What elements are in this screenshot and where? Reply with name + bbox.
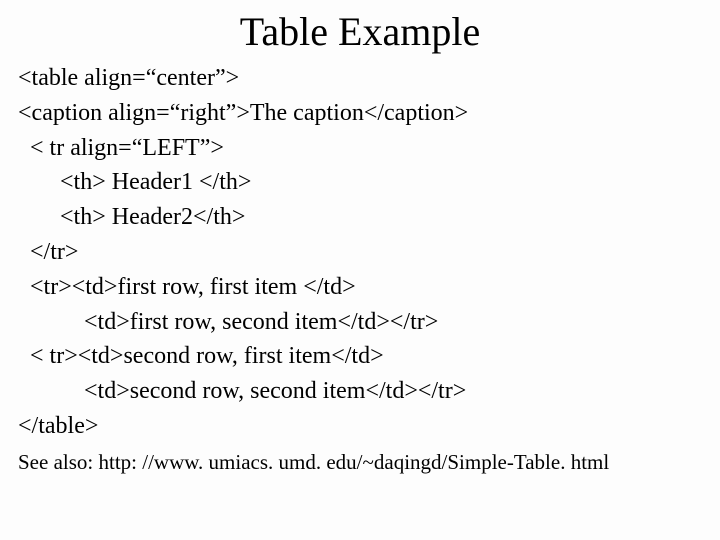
code-line: </table>	[18, 413, 98, 439]
code-line: <td>first row, second item</td></tr>	[18, 309, 438, 335]
code-line: </tr>	[18, 239, 78, 265]
code-line: <th> Header2</th>	[18, 204, 245, 230]
code-example: <table align=“center”> <caption align=“r…	[18, 61, 702, 444]
code-line: < tr align=“LEFT”>	[18, 135, 224, 161]
code-line: < tr><td>second row, first item</td>	[18, 343, 384, 369]
slide: Table Example <table align=“center”> <ca…	[0, 0, 720, 540]
code-line: <th> Header1 </th>	[18, 169, 251, 195]
page-title: Table Example	[18, 8, 702, 55]
code-line: <tr><td>first row, first item </td>	[18, 274, 356, 300]
code-line: <table align=“center”>	[18, 65, 239, 91]
footnote-text: See also: http: //www. umiacs. umd. edu/…	[18, 450, 702, 475]
code-line: <caption align=“right”>The caption</capt…	[18, 100, 468, 126]
code-line: <td>second row, second item</td></tr>	[18, 378, 466, 404]
